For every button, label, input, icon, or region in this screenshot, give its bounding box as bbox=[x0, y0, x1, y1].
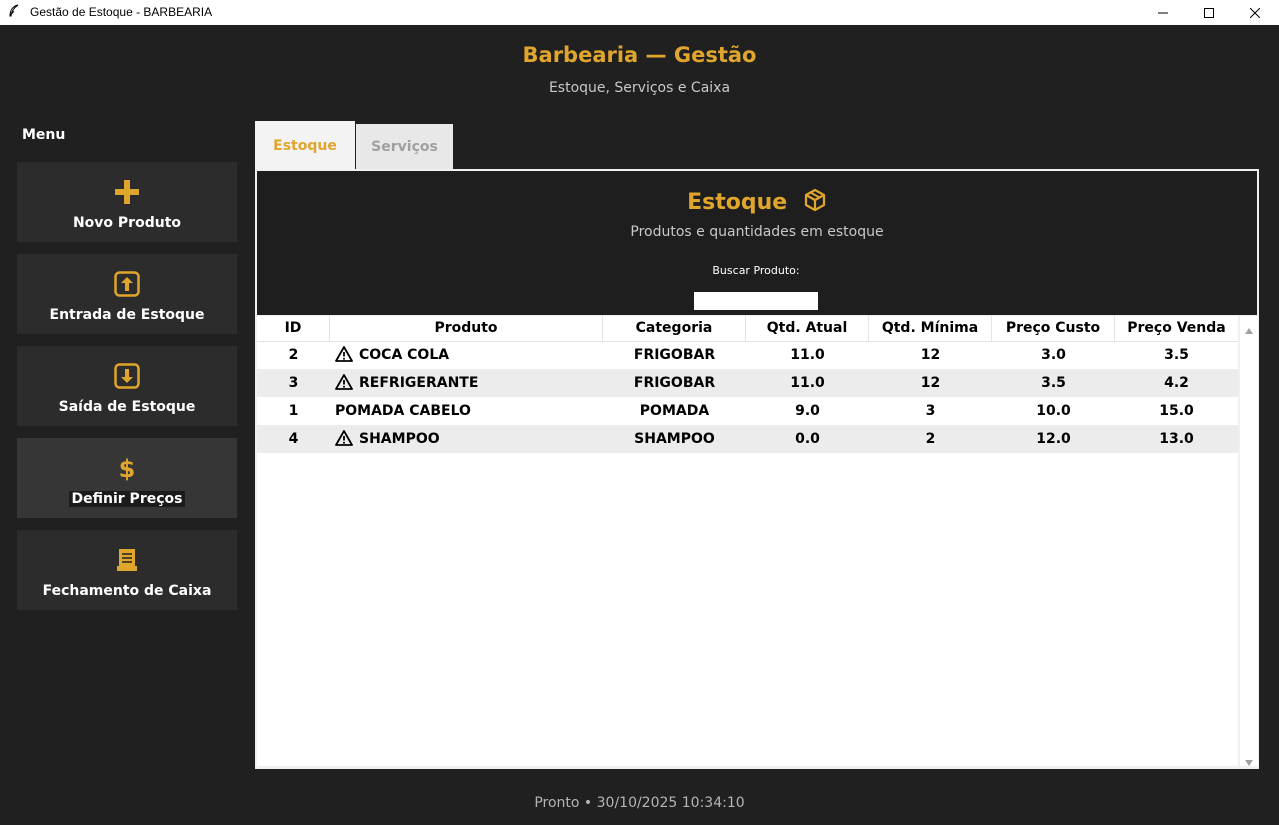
cell-sale-price: 15.0 bbox=[1159, 403, 1194, 419]
table-row[interactable]: 4 SHAMPOO SHAMPOO 0.0 2 12.0 13.0 bbox=[257, 425, 1238, 453]
dollar-icon: $ bbox=[17, 454, 237, 482]
sidebar-title: Menu bbox=[22, 127, 66, 143]
stock-entry-button[interactable]: Entrada de Estoque bbox=[17, 254, 237, 334]
search-label: Buscar Produto: bbox=[712, 264, 800, 277]
warning-icon bbox=[335, 428, 353, 456]
search-input[interactable] bbox=[694, 292, 818, 310]
cell-min-qty: 2 bbox=[925, 431, 936, 447]
receipt-icon bbox=[17, 546, 237, 574]
status-bar: Pronto • 30/10/2025 10:34:10 bbox=[534, 795, 745, 811]
table-row[interactable]: 1 POMADA CABELO POMADA 9.0 3 10.0 15.0 bbox=[257, 397, 1238, 425]
app-title: Barbearia — Gestão bbox=[522, 43, 757, 67]
table-header: ID Produto Categoria Qtd. Atual Qtd. Mín… bbox=[257, 316, 1238, 342]
cell-min-qty: 12 bbox=[920, 375, 941, 391]
cell-cost-price: 3.5 bbox=[1041, 375, 1066, 391]
cell-category: FRIGOBAR bbox=[633, 347, 716, 363]
stock-table: ID Produto Categoria Qtd. Atual Qtd. Mín… bbox=[257, 316, 1238, 766]
window-title: Gestão de Estoque - BARBEARIA bbox=[30, 5, 213, 19]
stock-header: Estoque Produtos e quantidades em estoqu… bbox=[257, 171, 1257, 315]
sidebar-item-label: Saída de Estoque bbox=[58, 399, 196, 415]
cell-cost-price: 12.0 bbox=[1036, 431, 1071, 447]
cell-cost-price: 10.0 bbox=[1036, 403, 1071, 419]
sidebar-item-label: Fechamento de Caixa bbox=[42, 583, 212, 599]
cell-min-qty: 12 bbox=[920, 347, 941, 363]
plus-icon bbox=[17, 178, 237, 206]
scroll-down-arrow-icon[interactable] bbox=[1244, 752, 1254, 771]
cell-product: POMADA CABELO bbox=[335, 403, 471, 419]
cell-id: 3 bbox=[288, 375, 299, 391]
arrow-up-box-icon bbox=[17, 270, 237, 298]
column-header-current-qty[interactable]: Qtd. Atual bbox=[746, 316, 869, 341]
table-row[interactable]: 2 COCA COLA FRIGOBAR 11.0 12 3.0 3.5 bbox=[257, 341, 1238, 369]
svg-text:$: $ bbox=[119, 455, 136, 482]
cell-current-qty: 0.0 bbox=[795, 431, 820, 447]
cell-sale-price: 4.2 bbox=[1164, 375, 1189, 391]
arrow-down-box-icon bbox=[17, 362, 237, 390]
feather-icon bbox=[8, 4, 20, 21]
sidebar-item-label: Entrada de Estoque bbox=[49, 307, 205, 323]
package-icon bbox=[803, 188, 827, 218]
cell-category: POMADA bbox=[639, 403, 710, 419]
minimize-button[interactable] bbox=[1140, 0, 1186, 25]
cell-id: 4 bbox=[288, 431, 299, 447]
new-product-button[interactable]: Novo Produto bbox=[17, 162, 237, 242]
cell-category: SHAMPOO bbox=[634, 431, 715, 447]
scroll-up-arrow-icon[interactable] bbox=[1244, 320, 1254, 339]
cell-product: REFRIGERANTE bbox=[359, 375, 479, 391]
warning-icon bbox=[335, 372, 353, 400]
cell-product: COCA COLA bbox=[359, 347, 450, 363]
cell-product: SHAMPOO bbox=[359, 431, 440, 447]
cell-sale-price: 13.0 bbox=[1159, 431, 1194, 447]
cell-min-qty: 3 bbox=[925, 403, 936, 419]
cash-closing-button[interactable]: Fechamento de Caixa bbox=[17, 530, 237, 610]
table-row[interactable]: 3 REFRIGERANTE FRIGOBAR 11.0 12 3.5 4.2 bbox=[257, 369, 1238, 397]
cell-id: 1 bbox=[288, 403, 299, 419]
panel-title: Estoque bbox=[687, 190, 788, 215]
minimize-icon bbox=[1158, 12, 1168, 13]
column-header-id[interactable]: ID bbox=[257, 316, 330, 341]
cell-category: FRIGOBAR bbox=[633, 375, 716, 391]
cell-sale-price: 3.5 bbox=[1164, 347, 1189, 363]
cell-id: 2 bbox=[288, 347, 299, 363]
sidebar-item-label: Definir Preços bbox=[68, 491, 186, 507]
set-prices-button[interactable]: $ Definir Preços bbox=[17, 438, 237, 518]
sidebar-item-label: Novo Produto bbox=[72, 215, 182, 231]
cell-current-qty: 11.0 bbox=[790, 347, 825, 363]
column-header-cost-price[interactable]: Preço Custo bbox=[992, 316, 1115, 341]
stock-exit-button[interactable]: Saída de Estoque bbox=[17, 346, 237, 426]
column-header-min-qty[interactable]: Qtd. Mínima bbox=[869, 316, 992, 341]
close-icon bbox=[1250, 7, 1260, 18]
column-header-sale-price[interactable]: Preço Venda bbox=[1115, 316, 1238, 341]
app-subtitle: Estoque, Serviços e Caixa bbox=[548, 80, 731, 96]
window-titlebar: Gestão de Estoque - BARBEARIA bbox=[0, 0, 1279, 25]
warning-icon bbox=[335, 344, 353, 372]
column-header-category[interactable]: Categoria bbox=[603, 316, 746, 341]
panel-subtitle: Produtos e quantidades em estoque bbox=[630, 224, 884, 240]
tab-services[interactable]: Serviços bbox=[356, 124, 453, 170]
maximize-button[interactable] bbox=[1186, 0, 1232, 25]
maximize-icon bbox=[1204, 7, 1214, 18]
close-button[interactable] bbox=[1232, 0, 1278, 25]
column-header-product[interactable]: Produto bbox=[330, 316, 603, 341]
cell-current-qty: 11.0 bbox=[790, 375, 825, 391]
tab-stock[interactable]: Estoque bbox=[255, 121, 355, 170]
cell-current-qty: 9.0 bbox=[795, 403, 820, 419]
table-scrollbar[interactable] bbox=[1239, 316, 1258, 766]
cell-cost-price: 3.0 bbox=[1041, 347, 1066, 363]
